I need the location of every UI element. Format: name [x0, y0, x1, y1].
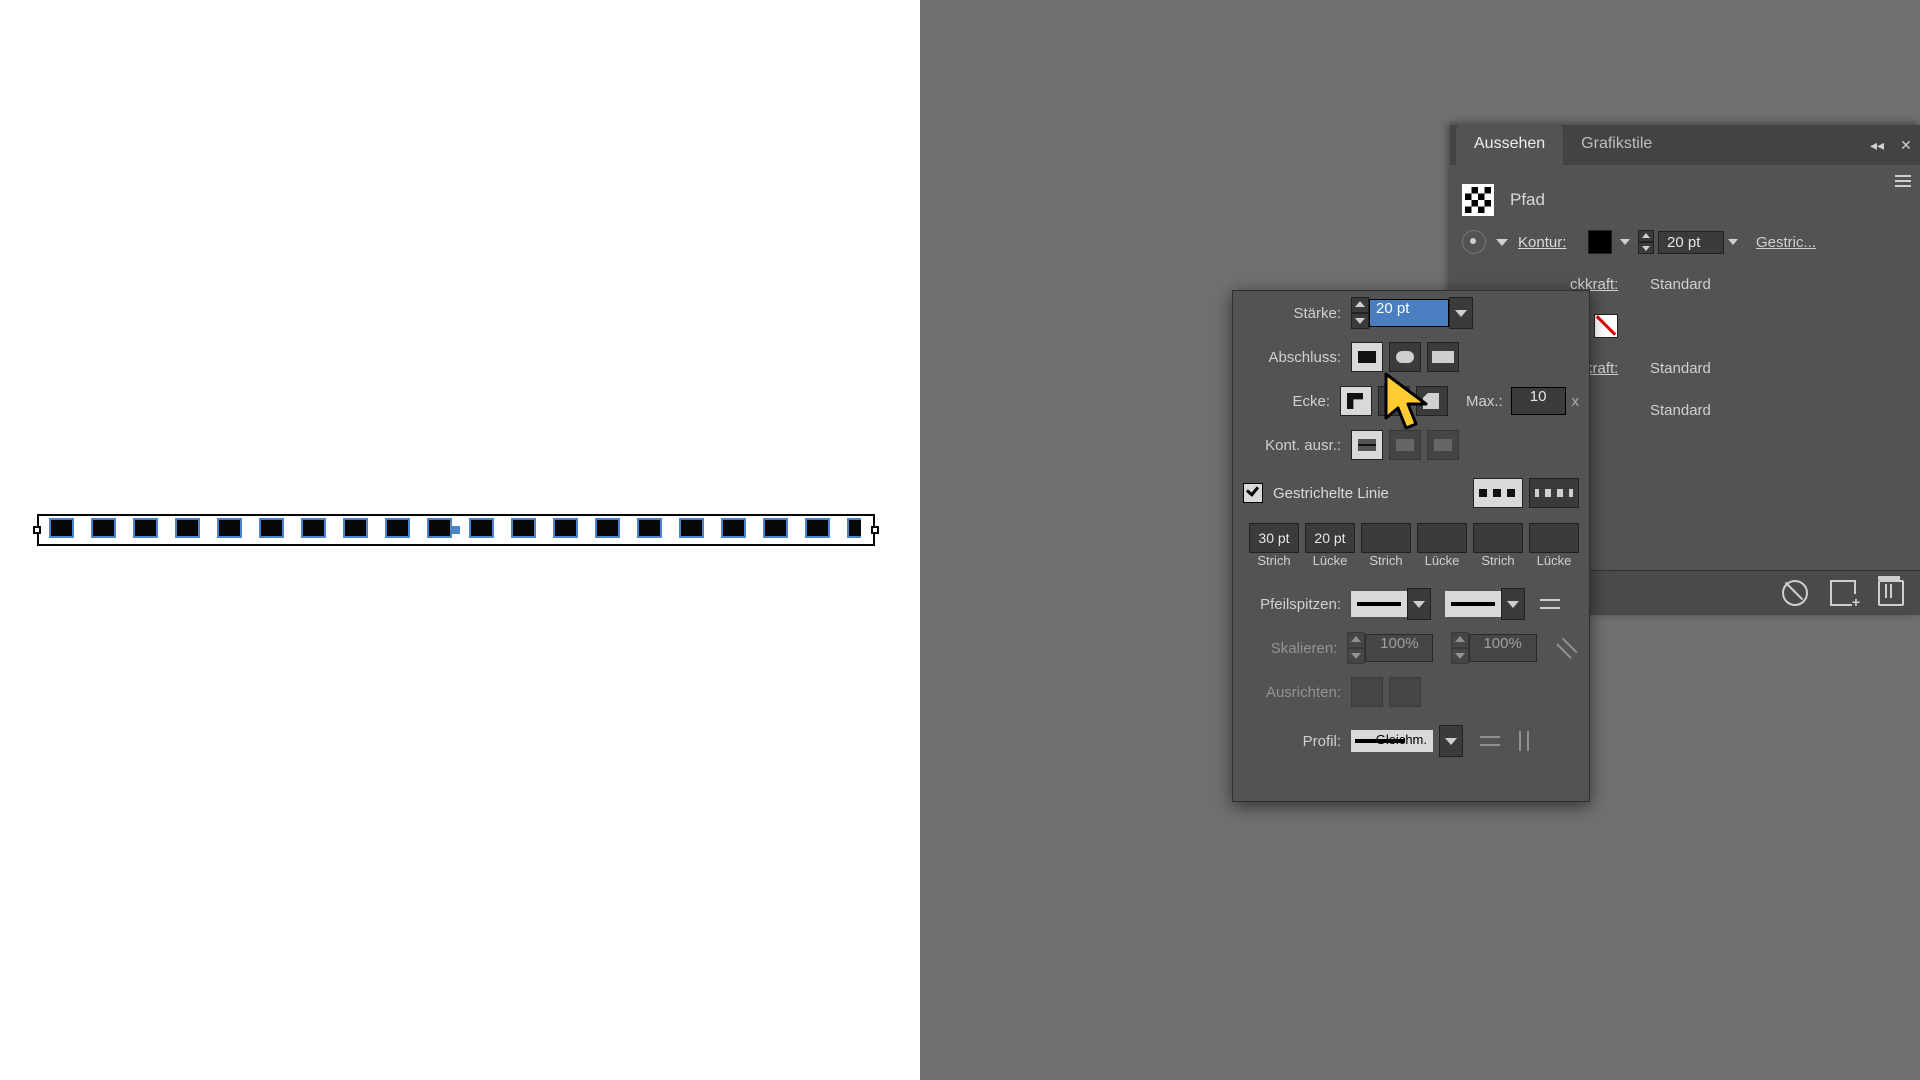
arrow-end-swatch[interactable] — [1445, 591, 1501, 617]
arrow-scale-row: Skalieren: 100% 100% — [1233, 626, 1589, 670]
caps-row: Abschluss: — [1233, 335, 1589, 379]
visibility-eye-icon[interactable] — [1462, 230, 1486, 254]
dash-value-6[interactable] — [1529, 523, 1579, 553]
stroke-panel: Stärke: 20 pt Abschluss: Ecke: Max.: 10 … — [1232, 290, 1590, 802]
panel-close-icon[interactable]: ✕ — [1892, 125, 1920, 165]
dash-mode-align-button[interactable] — [1529, 478, 1579, 508]
arrow-scale2-input: 100% — [1469, 634, 1537, 662]
arrow-scale1-stepper — [1347, 632, 1365, 664]
miter-x-label: x — [1566, 393, 1580, 410]
profile-dropdown-icon[interactable] — [1439, 725, 1463, 757]
opacity-value[interactable]: Standard — [1650, 276, 1711, 293]
dash-value-1[interactable]: 30 pt — [1249, 523, 1299, 553]
expand-arrow-icon[interactable] — [1496, 239, 1508, 246]
dash-mode-preserve-button[interactable] — [1473, 478, 1523, 508]
weight-dropdown-icon[interactable] — [1449, 297, 1473, 329]
corner-row: Ecke: Max.: 10 x — [1233, 379, 1589, 423]
stroke-color-dropdown-icon[interactable] — [1620, 239, 1630, 245]
join-miter-button[interactable] — [1340, 386, 1372, 416]
stroke-weight-stepper[interactable] — [1638, 230, 1654, 254]
align-stroke-label: Kont. ausr.: — [1243, 437, 1351, 454]
selection-handle-right[interactable] — [871, 526, 879, 534]
selection-handle-left[interactable] — [33, 526, 41, 534]
fill-none-swatch[interactable] — [1594, 314, 1618, 338]
delete-appearance-icon[interactable] — [1878, 580, 1904, 606]
dash-label-1: Strich — [1249, 553, 1299, 568]
canvas-area[interactable] — [0, 0, 920, 1080]
dash-value-3[interactable] — [1361, 523, 1411, 553]
selection-center-anchor[interactable] — [452, 526, 460, 534]
profile-value: Gleichm. — [1376, 732, 1427, 747]
dash-value-2[interactable]: 20 pt — [1305, 523, 1355, 553]
panel-collapse-icon[interactable]: ◂◂ — [1862, 125, 1892, 165]
dash-label-3: Strich — [1361, 553, 1411, 568]
dash-value-4[interactable] — [1417, 523, 1467, 553]
dash-label-6: Lücke — [1529, 553, 1579, 568]
profile-label: Profil: — [1243, 733, 1351, 750]
arrow-scale-label: Skalieren: — [1243, 640, 1347, 657]
arrow-align-flush-button — [1389, 677, 1421, 707]
profile-flip-v-icon — [1511, 728, 1537, 754]
object-thumbnail-icon — [1462, 184, 1494, 216]
arrow-scale2-stepper — [1451, 632, 1469, 664]
miter-input[interactable]: 10 — [1511, 387, 1566, 415]
object-type-row: Pfad — [1462, 179, 1908, 221]
cap-round-button[interactable] — [1389, 342, 1421, 372]
align-stroke-inside-button — [1389, 430, 1421, 460]
arrowheads-row: Pfeilspitzen: — [1233, 582, 1589, 626]
dash-label-4: Lücke — [1417, 553, 1467, 568]
stroke-row: Kontur: 20 pt Gestric... — [1462, 221, 1908, 263]
align-stroke-row: Kont. ausr.: — [1233, 423, 1589, 467]
new-appearance-icon[interactable] — [1830, 580, 1856, 606]
opacity-value[interactable]: Standard — [1650, 402, 1711, 419]
arrow-end-dropdown-icon[interactable] — [1501, 588, 1525, 620]
object-type-label: Pfad — [1510, 190, 1545, 210]
link-scale-icon — [1548, 630, 1584, 666]
stroke-weight-dropdown-icon[interactable] — [1728, 239, 1738, 245]
stroke-dash-preset[interactable]: Gestric... — [1756, 234, 1816, 251]
opacity-value[interactable]: Standard — [1650, 360, 1711, 377]
clear-appearance-icon[interactable] — [1782, 580, 1808, 606]
dashed-line-row: Gestrichelte Linie — [1233, 467, 1589, 519]
arrow-start-dropdown-icon[interactable] — [1407, 588, 1431, 620]
corner-label: Ecke: — [1243, 393, 1340, 410]
align-stroke-center-button[interactable] — [1351, 430, 1383, 460]
stroke-label: Kontur: — [1518, 234, 1588, 251]
dash-label-5: Strich — [1473, 553, 1523, 568]
dashed-line-checkbox[interactable] — [1243, 483, 1263, 503]
caps-label: Abschluss: — [1243, 349, 1351, 366]
arrow-align-row: Ausrichten: — [1233, 670, 1589, 714]
selected-dashed-line[interactable] — [37, 514, 875, 546]
dash-label-2: Lücke — [1305, 553, 1355, 568]
dash-values-row: 30 pt 20 pt — [1233, 519, 1589, 553]
align-stroke-outside-button — [1427, 430, 1459, 460]
join-bevel-button[interactable] — [1416, 386, 1448, 416]
cap-butt-button[interactable] — [1351, 342, 1383, 372]
arrowheads-label: Pfeilspitzen: — [1243, 596, 1351, 613]
tab-graphic-styles[interactable]: Grafikstile — [1563, 125, 1670, 165]
profile-swatch[interactable]: Gleichm. — [1351, 730, 1433, 752]
stroke-color-swatch[interactable] — [1588, 230, 1612, 254]
appearance-tabbar: Aussehen Grafikstile ◂◂ ✕ — [1450, 125, 1920, 165]
panel-menu-icon[interactable] — [1892, 170, 1916, 194]
weight-row: Stärke: 20 pt — [1233, 291, 1589, 335]
miter-label: Max.: — [1448, 393, 1511, 410]
dash-labels-row: Strich Lücke Strich Lücke Strich Lücke — [1233, 553, 1589, 576]
tab-appearance[interactable]: Aussehen — [1456, 125, 1563, 165]
join-round-button[interactable] — [1378, 386, 1410, 416]
stroke-weight-value[interactable]: 20 pt — [1658, 231, 1724, 254]
arrow-scale1-input: 100% — [1365, 634, 1433, 662]
weight-input[interactable]: 20 pt — [1369, 299, 1449, 327]
swap-arrowheads-icon[interactable] — [1537, 591, 1563, 617]
profile-flip-h-icon — [1477, 728, 1503, 754]
profile-row: Profil: Gleichm. — [1233, 714, 1589, 768]
dash-value-5[interactable] — [1473, 523, 1523, 553]
arrow-align-label: Ausrichten: — [1243, 684, 1351, 701]
weight-stepper[interactable] — [1351, 297, 1369, 329]
dashed-line-label: Gestrichelte Linie — [1273, 485, 1389, 502]
cap-projecting-button[interactable] — [1427, 342, 1459, 372]
arrow-start-swatch[interactable] — [1351, 591, 1407, 617]
weight-label: Stärke: — [1243, 305, 1351, 322]
arrow-align-extend-button — [1351, 677, 1383, 707]
